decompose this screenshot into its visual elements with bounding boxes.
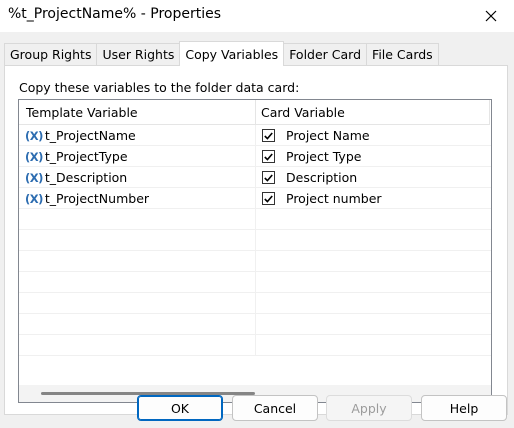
empty-row xyxy=(19,230,491,251)
empty-row xyxy=(19,335,491,356)
template-variable-cell: (X) t_ProjectNumber xyxy=(19,188,256,209)
copy-variables-panel: Copy these variables to the folder data … xyxy=(4,65,508,415)
tab-copy-variables[interactable]: Copy Variables xyxy=(179,41,285,66)
cancel-button[interactable]: Cancel xyxy=(232,395,318,421)
card-variable-name: Description xyxy=(286,170,358,185)
card-variable-cell: Project number xyxy=(256,188,491,209)
empty-row xyxy=(19,272,491,293)
template-variable-cell: (X) t_ProjectName xyxy=(19,125,256,146)
card-variable-cell: Project Type xyxy=(256,146,491,167)
empty-cell xyxy=(19,335,256,356)
close-button[interactable] xyxy=(468,0,514,32)
help-button[interactable]: Help xyxy=(421,395,507,421)
dialog-body: Group Rights User Rights Copy Variables … xyxy=(0,32,514,428)
empty-cell xyxy=(19,293,256,314)
header-filler xyxy=(489,100,491,125)
empty-cell xyxy=(19,230,256,251)
ok-button[interactable]: OK xyxy=(137,395,223,421)
copy-checkbox[interactable] xyxy=(262,129,275,142)
empty-cell xyxy=(19,251,256,272)
copy-checkbox[interactable] xyxy=(262,150,275,163)
apply-button[interactable]: Apply xyxy=(326,395,412,421)
table-row[interactable]: (X) t_Description Description xyxy=(19,167,491,188)
tab-strip: Group Rights User Rights Copy Variables … xyxy=(4,41,439,66)
variable-icon: (X) xyxy=(25,149,43,164)
window-title: %t_ProjectName% - Properties xyxy=(8,6,222,22)
card-variable-name: Project number xyxy=(286,191,382,206)
empty-cell xyxy=(19,314,256,335)
variable-icon: (X) xyxy=(25,128,43,143)
checkmark-icon xyxy=(264,173,273,182)
template-variable-name: t_ProjectNumber xyxy=(44,191,150,206)
card-variable-name: Project Type xyxy=(286,149,362,164)
empty-cell xyxy=(19,272,256,293)
checkmark-icon xyxy=(264,131,273,140)
checkmark-icon xyxy=(264,194,273,203)
column-header-card-variable[interactable]: Card Variable xyxy=(256,100,489,125)
tab-folder-card[interactable]: Folder Card xyxy=(283,43,368,65)
card-variable-name: Project Name xyxy=(286,128,370,143)
empty-row xyxy=(19,209,491,230)
close-icon xyxy=(485,10,497,22)
template-variable-cell: (X) t_Description xyxy=(19,167,256,188)
variable-icon: (X) xyxy=(25,191,43,206)
tab-group-rights[interactable]: Group Rights xyxy=(4,43,98,65)
empty-row xyxy=(19,293,491,314)
template-variable-cell: (X) t_ProjectType xyxy=(19,146,256,167)
panel-label: Copy these variables to the folder data … xyxy=(19,80,300,95)
empty-row xyxy=(19,314,491,335)
column-header-template-variable[interactable]: Template Variable xyxy=(19,100,256,125)
variables-rows: (X) t_ProjectName Project Name (X) t_Pro… xyxy=(19,125,491,356)
variable-icon: (X) xyxy=(25,170,43,185)
card-variable-cell: Project Name xyxy=(256,125,491,146)
checkmark-icon xyxy=(264,152,273,161)
table-row[interactable]: (X) t_ProjectName Project Name xyxy=(19,125,491,146)
variables-list: Template Variable Card Variable (X) t_Pr… xyxy=(18,99,492,403)
tab-file-cards[interactable]: File Cards xyxy=(366,43,439,65)
card-variable-cell: Description xyxy=(256,167,491,188)
template-variable-name: t_ProjectType xyxy=(44,149,128,164)
table-row[interactable]: (X) t_ProjectNumber Project number xyxy=(19,188,491,209)
table-row[interactable]: (X) t_ProjectType Project Type xyxy=(19,146,491,167)
empty-cell xyxy=(19,209,256,230)
template-variable-name: t_Description xyxy=(44,170,128,185)
empty-row xyxy=(19,251,491,272)
title-bar: %t_ProjectName% - Properties xyxy=(0,0,514,32)
copy-checkbox[interactable] xyxy=(262,171,275,184)
copy-checkbox[interactable] xyxy=(262,192,275,205)
template-variable-name: t_ProjectName xyxy=(44,128,136,143)
tab-user-rights[interactable]: User Rights xyxy=(96,43,181,65)
